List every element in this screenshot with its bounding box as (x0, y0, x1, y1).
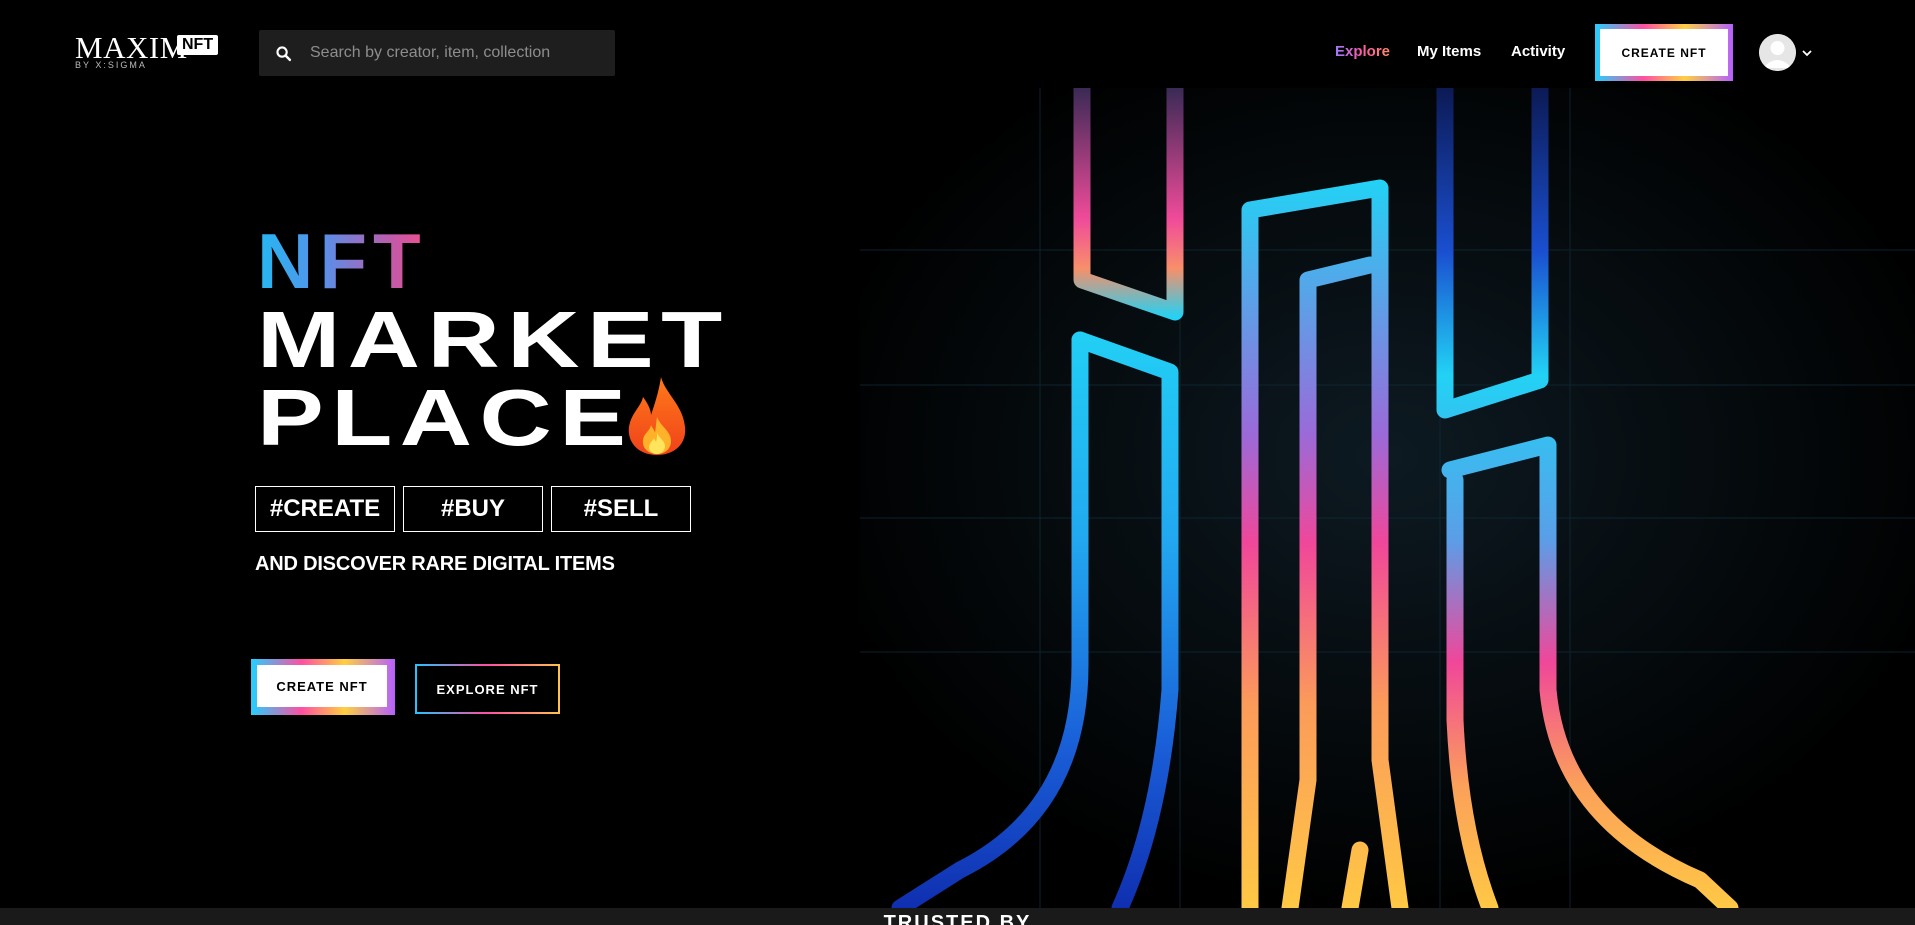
header-create-nft-button[interactable]: CREATE NFT (1595, 24, 1733, 81)
chevron-down-icon[interactable] (1801, 47, 1813, 59)
logo-wordmark: MAXIM (75, 30, 188, 65)
fire-emoji-icon (628, 377, 686, 455)
nav-activity-link[interactable]: Activity (1511, 43, 1565, 60)
maxim-nft-logo[interactable]: MAXIM NFT BY X:SIGMA (75, 32, 230, 72)
hashtag-create: #CREATE (255, 486, 395, 532)
nav-explore-link[interactable]: Explore (1335, 43, 1390, 60)
hero-create-nft-label: CREATE NFT (257, 665, 387, 707)
hero-explore-nft-button[interactable]: EXPLORE NFT (415, 664, 560, 714)
hero-create-nft-button[interactable]: CREATE NFT (251, 659, 395, 715)
hero-title-market: MARKET (257, 295, 730, 384)
hero-neon-lines-illustration (860, 88, 1915, 908)
header-create-nft-label: CREATE NFT (1600, 29, 1728, 76)
search-bar (259, 30, 615, 76)
search-input[interactable] (310, 30, 605, 76)
hashtag-sell: #SELL (551, 486, 691, 532)
trusted-by-section: TRUSTED BY (0, 908, 1915, 925)
search-icon[interactable] (275, 45, 292, 62)
logo-byline: BY X:SIGMA (75, 60, 147, 70)
hero-title-nft: NFT (257, 217, 427, 305)
nav-my-items-link[interactable]: My Items (1417, 43, 1481, 60)
trusted-by-heading: TRUSTED BY (883, 912, 1032, 925)
hero-explore-nft-label: EXPLORE NFT (417, 666, 558, 712)
top-navbar: MAXIM NFT BY X:SIGMA Explore My Items Ac… (0, 0, 1915, 88)
hashtag-buy: #BUY (403, 486, 543, 532)
hero-subtitle: AND DISCOVER RARE DIGITAL ITEMS (255, 553, 615, 575)
user-avatar[interactable] (1759, 34, 1796, 71)
hero-title-place: PLACE (257, 373, 634, 462)
logo-nft-badge: NFT (177, 35, 219, 55)
avatar-silhouette-icon (1759, 34, 1796, 71)
